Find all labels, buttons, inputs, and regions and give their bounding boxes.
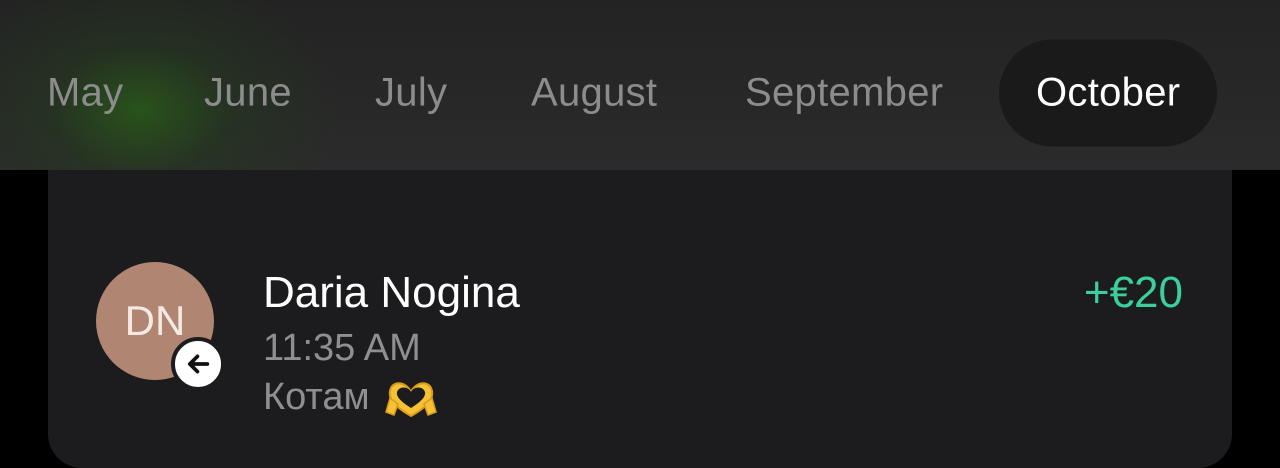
heart-hands-icon <box>384 381 437 417</box>
sender-name: Daria Nogina <box>263 268 520 317</box>
note-text: Котам <box>263 376 370 418</box>
transaction-card[interactable] <box>48 170 1232 468</box>
arrow-left-icon <box>187 354 210 374</box>
tab-october[interactable]: October <box>999 39 1218 147</box>
transaction-amount: +€20 <box>1083 268 1183 317</box>
incoming-badge <box>171 337 225 391</box>
transaction-time: 11:35 AM <box>263 327 421 369</box>
tab-august[interactable]: August <box>531 71 657 116</box>
tab-july[interactable]: July <box>375 71 447 116</box>
tab-june[interactable]: June <box>204 71 292 116</box>
tab-september[interactable]: September <box>745 71 943 116</box>
tab-may[interactable]: May <box>47 71 123 116</box>
transaction-note: Котам <box>263 376 438 419</box>
month-tab-bar: May June July August September October <box>0 0 1280 170</box>
